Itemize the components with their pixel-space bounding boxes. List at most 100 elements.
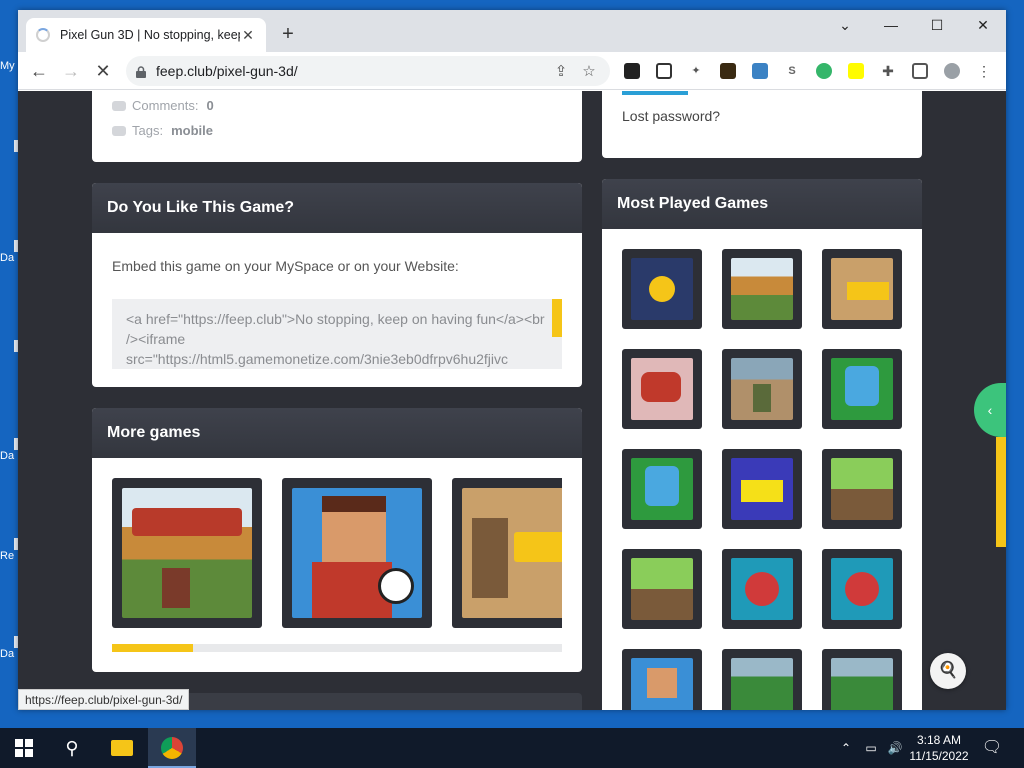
- comment-icon: [112, 100, 126, 111]
- page-scroll-indicator[interactable]: [996, 437, 1006, 547]
- desktop-icon[interactable]: My: [0, 60, 18, 72]
- most-played-card: Most Played Games: [602, 179, 922, 710]
- notifications-icon[interactable]: 🗨: [980, 728, 1004, 768]
- comments-count[interactable]: 0: [206, 98, 213, 113]
- game-thumbnail: [631, 458, 693, 520]
- loading-spinner-icon: [36, 28, 50, 42]
- extension-icon[interactable]: [752, 63, 768, 79]
- game-tile[interactable]: [622, 449, 702, 529]
- lost-password-link[interactable]: Lost password?: [622, 108, 720, 124]
- extension-icon[interactable]: S: [784, 63, 800, 79]
- game-tile[interactable]: [722, 449, 802, 529]
- extension-icon[interactable]: [656, 63, 672, 79]
- back-button[interactable]: ←: [26, 58, 52, 84]
- desktop-icon[interactable]: [0, 340, 18, 352]
- more-games-card: More games: [92, 408, 582, 672]
- new-tab-button[interactable]: +: [276, 22, 300, 46]
- page-viewport: Comments: 0 Tags: mobile Lost password? …: [18, 91, 1006, 710]
- game-tile[interactable]: [722, 349, 802, 429]
- status-bar-url: https://feep.club/pixel-gun-3d/: [18, 689, 190, 710]
- puzzle-extensions-icon[interactable]: ✚: [880, 63, 896, 79]
- tags-label: Tags:: [132, 123, 164, 138]
- clock[interactable]: 3:18 AM 11/15/2022: [906, 728, 972, 768]
- desktop-icon[interactable]: Da: [0, 438, 18, 462]
- desktop-icon[interactable]: Da: [0, 636, 18, 660]
- embed-card: Do You Like This Game? Embed this game o…: [92, 183, 582, 387]
- share-icon[interactable]: ⇪: [550, 62, 572, 80]
- game-thumbnail: [831, 658, 893, 710]
- menu-kebab-icon[interactable]: ⋮: [976, 63, 992, 79]
- game-tile-battle-royale[interactable]: [452, 478, 562, 628]
- game-tile[interactable]: [822, 649, 902, 710]
- start-button[interactable]: [0, 728, 48, 768]
- desktop-icon-label: My: [0, 60, 15, 72]
- embed-scrollbar[interactable]: [552, 299, 562, 337]
- chrome-taskbar-icon[interactable]: [148, 728, 196, 768]
- file-explorer-icon[interactable]: [98, 728, 146, 768]
- clock-time: 3:18 AM: [916, 733, 962, 747]
- extension-icon[interactable]: [816, 63, 832, 79]
- url-text: feep.club/pixel-gun-3d/: [156, 63, 298, 79]
- tag-link[interactable]: mobile: [171, 123, 213, 138]
- game-tile[interactable]: [822, 449, 902, 529]
- address-bar[interactable]: feep.club/pixel-gun-3d/ ⇪ ☆: [126, 56, 610, 86]
- game-tile[interactable]: [822, 349, 902, 429]
- post-meta-card: Comments: 0 Tags: mobile: [92, 91, 582, 162]
- game-thumbnail: [462, 488, 562, 618]
- profile-avatar-icon[interactable]: [944, 63, 960, 79]
- tag-icon: [112, 125, 126, 136]
- comments-label: Comments:: [132, 98, 199, 113]
- browser-window: Pixel Gun 3D | No stopping, keep ✕ + ⌄ —…: [18, 10, 1006, 710]
- side-panel-toggle[interactable]: ‹: [974, 383, 1006, 437]
- browser-tab[interactable]: Pixel Gun 3D | No stopping, keep ✕: [26, 18, 266, 52]
- game-thumbnail: [731, 458, 793, 520]
- game-thumbnail: [731, 258, 793, 320]
- embed-intro: Embed this game on your MySpace or on yo…: [112, 258, 459, 274]
- desktop-icon-label: Da: [0, 252, 15, 264]
- carousel-progress-bar[interactable]: [112, 644, 562, 652]
- extension-icon[interactable]: [624, 63, 640, 79]
- network-icon[interactable]: ▭: [860, 728, 882, 768]
- game-thumbnail: [831, 458, 893, 520]
- embed-code-textarea[interactable]: <a href="https://feep.club">No stopping,…: [112, 299, 562, 369]
- bookmark-star-icon[interactable]: ☆: [578, 62, 600, 80]
- close-window-button[interactable]: ✕: [960, 10, 1006, 40]
- extension-icon[interactable]: [720, 63, 736, 79]
- desktop-icon[interactable]: Da: [0, 240, 18, 264]
- game-tile[interactable]: [622, 549, 702, 629]
- side-panel-icon[interactable]: [912, 63, 928, 79]
- tray-chevron-icon[interactable]: ⌃: [836, 728, 856, 768]
- game-tile[interactable]: [722, 249, 802, 329]
- maximize-button[interactable]: ☐: [914, 10, 960, 40]
- desktop-icon[interactable]: [0, 140, 18, 152]
- login-button[interactable]: [622, 91, 688, 95]
- game-tile[interactable]: [822, 249, 902, 329]
- more-games-carousel: [112, 458, 562, 638]
- volume-icon[interactable]: 🔊: [884, 728, 906, 768]
- game-tile[interactable]: [622, 649, 702, 710]
- game-tile-pixel-gun[interactable]: [282, 478, 432, 628]
- minimize-button[interactable]: —: [868, 10, 914, 40]
- game-tile[interactable]: [722, 649, 802, 710]
- extension-icon[interactable]: ✦: [688, 63, 704, 79]
- game-tile[interactable]: [622, 349, 702, 429]
- search-icon[interactable]: ⚲: [48, 728, 96, 768]
- embed-heading: Do You Like This Game?: [92, 183, 582, 233]
- game-tile[interactable]: [722, 549, 802, 629]
- game-tile[interactable]: [622, 249, 702, 329]
- game-tile[interactable]: [822, 549, 902, 629]
- stop-loading-button[interactable]: ✕: [90, 58, 116, 84]
- tab-close-icon[interactable]: ✕: [240, 27, 256, 44]
- game-thumbnail: [631, 358, 693, 420]
- forward-button[interactable]: →: [58, 58, 84, 84]
- desktop-icon[interactable]: Re: [0, 538, 18, 562]
- game-tile-empire[interactable]: [112, 478, 262, 628]
- desktop-icon-label: Da: [0, 450, 15, 462]
- clock-date: 11/15/2022: [909, 749, 969, 763]
- game-thumbnail: [831, 558, 893, 620]
- chat-icon[interactable]: 🍳: [930, 653, 966, 689]
- carousel-progress-fill: [112, 644, 193, 652]
- tab-search-icon[interactable]: ⌄: [822, 10, 868, 40]
- extension-icon[interactable]: [848, 63, 864, 79]
- embed-code-text: <a href="https://feep.club">No stopping,…: [126, 311, 545, 367]
